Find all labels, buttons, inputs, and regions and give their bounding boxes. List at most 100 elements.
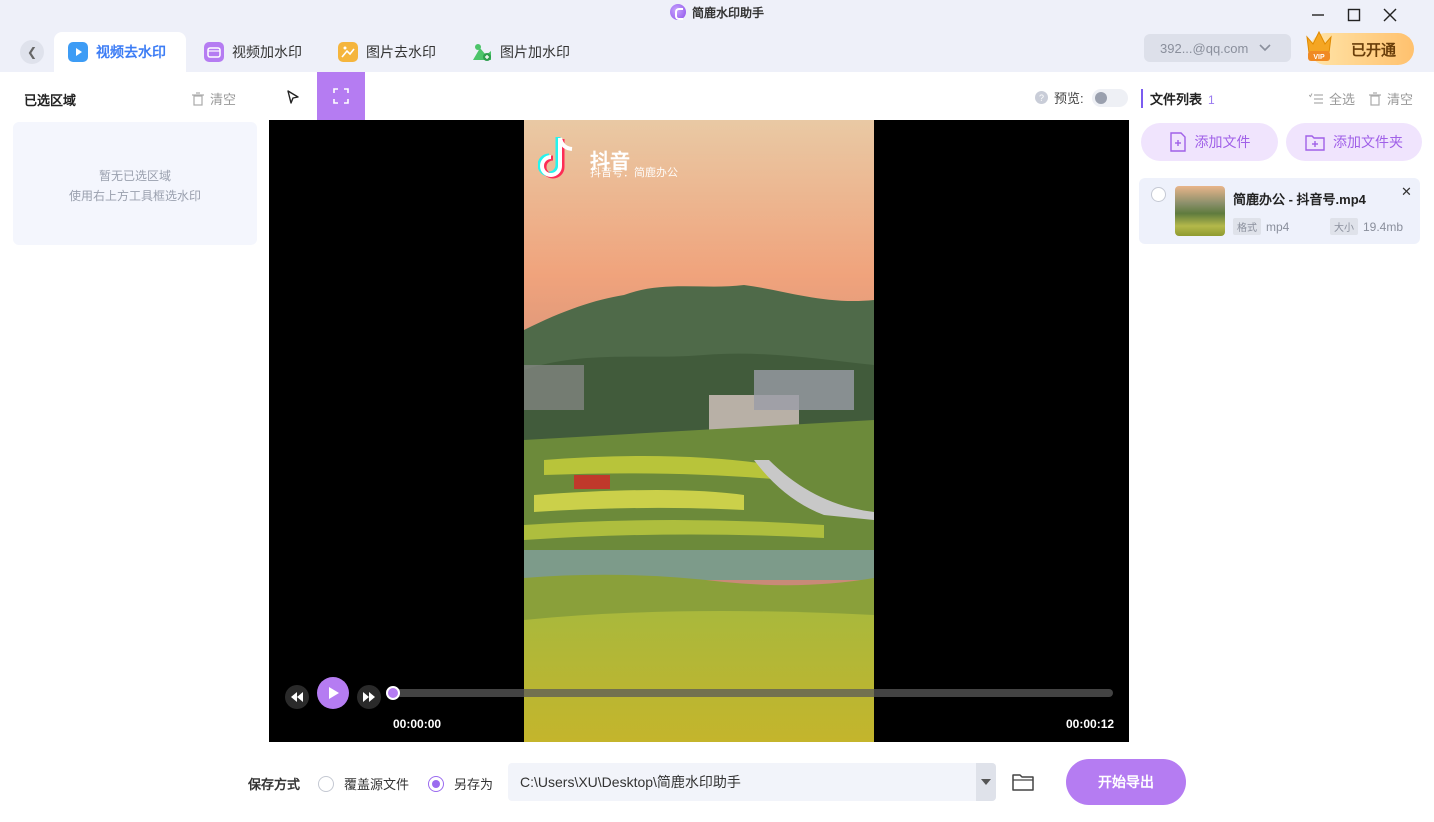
vip-crown-icon: VIP <box>1306 30 1332 61</box>
rewind-button[interactable] <box>285 685 309 709</box>
svg-text:VIP: VIP <box>1313 54 1325 61</box>
file-size: 大小 19.4mb <box>1330 218 1403 235</box>
chevron-left-icon: ❮ <box>26 45 38 59</box>
pointer-tool-button[interactable] <box>276 80 310 114</box>
close-icon <box>1383 8 1397 22</box>
clear-label: 清空 <box>210 92 237 107</box>
start-export-button[interactable]: 开始导出 <box>1066 759 1186 805</box>
preview-toggle[interactable] <box>1091 88 1128 107</box>
clear-files-label: 清空 <box>1387 92 1414 107</box>
account-dropdown[interactable]: 392...@qq.com <box>1144 34 1291 62</box>
path-dropdown-button[interactable] <box>976 763 996 801</box>
image-remove-icon <box>338 42 358 62</box>
file-list-title: 文件列表 1 <box>1141 89 1215 108</box>
file-list-title-text: 文件列表 <box>1150 92 1203 107</box>
add-folder-button[interactable]: 添加文件夹 <box>1286 123 1422 161</box>
tab-label: 视频加水印 <box>232 44 302 60</box>
size-tag: 大小 <box>1330 218 1358 235</box>
minimize-icon <box>1312 14 1324 16</box>
clear-files-button[interactable]: 清空 <box>1369 89 1413 108</box>
help-icon[interactable]: ? <box>1035 91 1048 104</box>
size-value: 19.4mb <box>1363 219 1404 234</box>
trash-icon <box>1369 91 1381 106</box>
file-count: 1 <box>1208 93 1215 107</box>
tab-video-remove-watermark[interactable]: 视频去水印 <box>54 32 186 72</box>
douyin-logo-icon <box>538 137 573 179</box>
format-tag: 格式 <box>1233 218 1261 235</box>
progress-bar[interactable] <box>386 686 1113 700</box>
tab-label: 图片去水印 <box>366 44 436 60</box>
add-file-icon <box>1169 132 1186 152</box>
chevron-down-icon <box>1259 44 1271 52</box>
tab-label: 图片加水印 <box>500 44 570 60</box>
video-remove-icon <box>68 42 88 62</box>
trash-icon <box>192 91 204 106</box>
open-folder-button[interactable] <box>1010 770 1036 794</box>
maximize-button[interactable] <box>1342 4 1366 26</box>
clear-selected-button[interactable]: 清空 <box>192 89 236 108</box>
vip-label: 已开通 <box>1350 41 1396 59</box>
watermark-account: 抖音号：简鹿办公 <box>590 167 678 179</box>
back-button[interactable]: ❮ <box>20 40 44 64</box>
fast-forward-button[interactable] <box>357 685 381 709</box>
selected-area-title: 已选区域 <box>24 93 77 108</box>
video-frame: 抖音 抖音号：简鹿办公 <box>524 120 874 742</box>
empty-line-2: 使用右上方工具框选水印 <box>68 189 201 203</box>
file-name: 简鹿办公 - 抖音号.mp4 <box>1233 192 1366 207</box>
video-frame-image <box>524 120 874 742</box>
tab-image-add-watermark[interactable]: 图片加水印 <box>458 32 586 72</box>
play-button[interactable] <box>317 677 349 709</box>
play-icon <box>329 687 339 699</box>
tab-video-add-watermark[interactable]: 视频加水印 <box>190 32 318 72</box>
add-file-button[interactable]: 添加文件 <box>1141 123 1278 161</box>
folder-icon <box>1012 774 1034 791</box>
title-bar: 简鹿水印助手 <box>0 0 1434 26</box>
rewind-icon <box>291 692 303 702</box>
minimize-button[interactable] <box>1306 4 1330 26</box>
radio-overwrite-label: 覆盖源文件 <box>344 777 410 792</box>
close-icon: ✕ <box>1401 184 1412 199</box>
account-email: 392...@qq.com <box>1160 40 1249 56</box>
current-time: 00:00:00 <box>393 717 442 731</box>
file-list-item[interactable]: 简鹿办公 - 抖音号.mp4 ✕ 格式 mp4 大小 19.4mb <box>1139 178 1420 244</box>
maximize-icon <box>1347 8 1361 22</box>
tab-label: 视频去水印 <box>96 44 166 60</box>
output-path-select[interactable]: C:\Users\XU\Desktop\简鹿水印助手 <box>508 763 996 801</box>
remove-file-button[interactable]: ✕ <box>1401 184 1412 200</box>
tab-image-remove-watermark[interactable]: 图片去水印 <box>324 32 452 72</box>
rect-select-icon <box>333 88 349 104</box>
add-folder-label: 添加文件夹 <box>1333 134 1403 150</box>
app-title: 简鹿水印助手 <box>0 4 1434 21</box>
file-thumbnail <box>1175 186 1225 236</box>
radio-save-as-label: 另存为 <box>454 777 494 792</box>
select-all-label: 全选 <box>1329 92 1356 107</box>
output-path-value: C:\Users\XU\Desktop\简鹿水印助手 <box>520 774 741 790</box>
file-checkbox[interactable] <box>1151 187 1166 202</box>
list-check-icon <box>1309 92 1323 104</box>
select-all-button[interactable]: 全选 <box>1309 89 1355 108</box>
add-file-label: 添加文件 <box>1194 134 1251 150</box>
player-controls: 00:00:00 00:00:12 <box>269 675 1129 735</box>
preview-label: 预览: <box>1054 91 1084 106</box>
vip-button[interactable]: VIP 已开通 <box>1306 30 1414 65</box>
video-add-icon <box>204 42 224 62</box>
fast-forward-icon <box>363 692 375 702</box>
save-mode-label: 保存方式 <box>248 777 301 792</box>
total-time: 00:00:12 <box>1066 717 1115 731</box>
video-player[interactable]: 抖音 抖音号：简鹿办公 00:00:00 00:00:12 <box>269 120 1129 742</box>
caret-down-icon <box>981 779 991 785</box>
preview-toggle-row: ? 预览: <box>1035 88 1128 107</box>
radio-overwrite[interactable]: 覆盖源文件 <box>318 774 409 793</box>
close-window-button[interactable] <box>1378 4 1402 26</box>
file-format: 格式 mp4 <box>1233 218 1289 235</box>
radio-save-as-dot[interactable] <box>428 775 444 792</box>
app-title-text: 简鹿水印助手 <box>691 6 764 20</box>
radio-save-as[interactable]: 另存为 <box>428 774 493 793</box>
rect-select-tool-button[interactable] <box>317 72 365 120</box>
format-value: mp4 <box>1266 219 1290 234</box>
add-folder-icon <box>1305 135 1325 151</box>
pointer-icon <box>287 90 299 104</box>
radio-overwrite-dot[interactable] <box>318 775 334 792</box>
progress-knob[interactable] <box>386 686 400 700</box>
empty-line-1: 暂无已选区域 <box>98 169 171 183</box>
